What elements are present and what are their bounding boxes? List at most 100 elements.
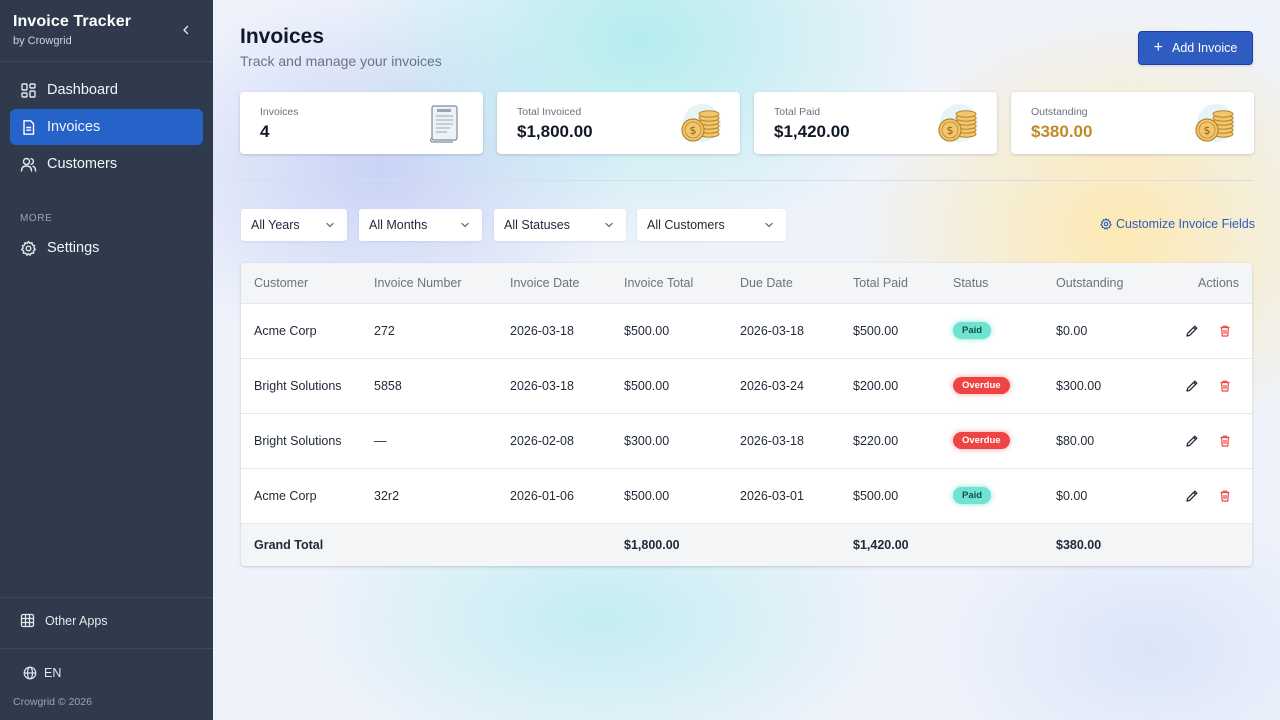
coins-icon: $: [681, 104, 721, 142]
cell-actions: [1161, 303, 1252, 359]
stat-label: Total Invoiced: [517, 106, 582, 118]
edit-icon[interactable]: [1185, 434, 1199, 448]
filter-months-select[interactable]: All Months: [359, 209, 482, 241]
sidebar: Invoice Tracker by Crowgrid Dashboard In…: [0, 0, 213, 720]
delete-icon[interactable]: [1218, 324, 1232, 338]
stat-value: 4: [260, 122, 270, 141]
cell-outstanding: $0.00: [1056, 303, 1161, 359]
filter-statuses-select[interactable]: All Statuses: [494, 209, 626, 241]
language-label: EN: [44, 666, 62, 680]
cell-outstanding: $80.00: [1056, 413, 1161, 469]
grand-total-paid: $1,420.00: [853, 523, 953, 566]
cell-invoice-number: 272: [374, 303, 510, 359]
add-invoice-button[interactable]: + Add Invoice: [1138, 31, 1253, 65]
sidebar-item-label: Settings: [47, 240, 100, 256]
globe-icon: [23, 666, 37, 680]
dashboard-icon: [20, 82, 37, 99]
sidebar-divider: [0, 648, 213, 649]
stat-value: $380.00: [1031, 122, 1093, 141]
chevron-down-icon: [764, 220, 774, 230]
cell-status: Paid: [953, 303, 1056, 359]
stat-card-total-invoiced: Total Invoiced $1,800.00 $: [497, 92, 740, 154]
cell-customer: Bright Solutions: [241, 358, 374, 414]
cell-status: Paid: [953, 468, 1056, 524]
sidebar-divider: [0, 61, 213, 62]
stat-label: Outstanding: [1031, 106, 1088, 118]
grand-total-empty-cell: [374, 523, 510, 566]
sidebar-item-customers[interactable]: Customers: [10, 146, 203, 182]
chevron-left-icon: [183, 25, 189, 35]
filter-customers-select[interactable]: All Customers: [637, 209, 786, 241]
cell-invoice-total: $300.00: [624, 413, 740, 469]
sidebar-item-settings[interactable]: Settings: [10, 230, 203, 266]
cell-outstanding: $300.00: [1056, 358, 1161, 414]
plus-icon: +: [1153, 39, 1163, 56]
table-row[interactable]: Bright Solutions — 2026-02-08 $300.00 20…: [241, 413, 1252, 469]
status-badge: Paid: [953, 487, 992, 504]
document-icon: [20, 119, 37, 136]
delete-icon[interactable]: [1218, 379, 1232, 393]
sidebar-item-label: Invoices: [47, 119, 101, 135]
cell-actions: [1161, 358, 1252, 414]
status-badge: Paid: [953, 322, 992, 339]
column-header-actions: Actions: [1161, 263, 1252, 304]
grand-total-outstanding: $380.00: [1056, 523, 1161, 566]
filter-customers-value: All Customers: [647, 218, 725, 232]
gear-icon: [20, 240, 37, 257]
edit-icon[interactable]: [1185, 379, 1199, 393]
cell-customer: Acme Corp: [241, 303, 374, 359]
sidebar-item-label: Customers: [47, 156, 118, 172]
cell-actions: [1161, 413, 1252, 469]
column-header-customer[interactable]: Customer: [241, 263, 374, 304]
grand-total-row: Grand Total $1,800.00 $1,420.00 $380.00: [241, 523, 1252, 566]
filter-years-select[interactable]: All Years: [241, 209, 347, 241]
sidebar-item-dashboard[interactable]: Dashboard: [10, 72, 203, 108]
table-row[interactable]: Bright Solutions 5858 2026-03-18 $500.00…: [241, 358, 1252, 414]
column-header-status[interactable]: Status: [953, 263, 1056, 304]
cell-outstanding: $0.00: [1056, 468, 1161, 524]
sidebar-item-label: Dashboard: [47, 82, 118, 98]
page-subtitle: Track and manage your invoices: [240, 53, 442, 69]
column-header-invoice-date[interactable]: Invoice Date: [510, 263, 624, 304]
customize-fields-label: Customize Invoice Fields: [1116, 217, 1255, 231]
cell-total-paid: $200.00: [853, 358, 953, 414]
filter-statuses-value: All Statuses: [504, 218, 571, 232]
cell-status: Overdue: [953, 413, 1056, 469]
sidebar-item-invoices[interactable]: Invoices: [10, 109, 203, 145]
cell-customer: Acme Corp: [241, 468, 374, 524]
edit-icon[interactable]: [1185, 324, 1199, 338]
cell-due-date: 2026-03-18: [740, 413, 853, 469]
column-header-total-paid[interactable]: Total Paid: [853, 263, 953, 304]
stat-label: Invoices: [260, 106, 299, 118]
collapse-sidebar-button[interactable]: [176, 20, 196, 40]
svg-text:$: $: [947, 124, 954, 137]
users-icon: [20, 156, 37, 173]
cell-status: Overdue: [953, 358, 1056, 414]
column-header-due-date[interactable]: Due Date: [740, 263, 853, 304]
delete-icon[interactable]: [1218, 434, 1232, 448]
svg-text:$: $: [1204, 124, 1211, 137]
cell-invoice-number: —: [374, 413, 510, 469]
chevron-down-icon: [325, 220, 335, 230]
column-header-outstanding[interactable]: Outstanding: [1056, 263, 1161, 304]
table-header-row: Customer Invoice Number Invoice Date Inv…: [241, 263, 1252, 304]
brand: Invoice Tracker by Crowgrid: [13, 13, 131, 47]
grand-total-empty-cell: [1161, 523, 1252, 566]
table-row[interactable]: Acme Corp 32r2 2026-01-06 $500.00 2026-0…: [241, 468, 1252, 524]
grand-total-empty-cell: [953, 523, 1056, 566]
delete-icon[interactable]: [1218, 489, 1232, 503]
edit-icon[interactable]: [1185, 489, 1199, 503]
column-header-invoice-number[interactable]: Invoice Number: [374, 263, 510, 304]
other-apps-link[interactable]: Other Apps: [20, 613, 108, 628]
svg-text:$: $: [690, 124, 697, 137]
table-row[interactable]: Acme Corp 272 2026-03-18 $500.00 2026-03…: [241, 303, 1252, 359]
language-selector[interactable]: EN: [23, 666, 61, 680]
cell-invoice-total: $500.00: [624, 358, 740, 414]
status-badge: Overdue: [953, 377, 1010, 394]
stat-value: $1,420.00: [774, 122, 850, 141]
column-header-invoice-total[interactable]: Invoice Total: [624, 263, 740, 304]
customize-fields-link[interactable]: Customize Invoice Fields: [1100, 217, 1255, 231]
chevron-down-icon: [604, 220, 614, 230]
app-subtitle: by Crowgrid: [13, 35, 72, 47]
cell-invoice-number: 5858: [374, 358, 510, 414]
